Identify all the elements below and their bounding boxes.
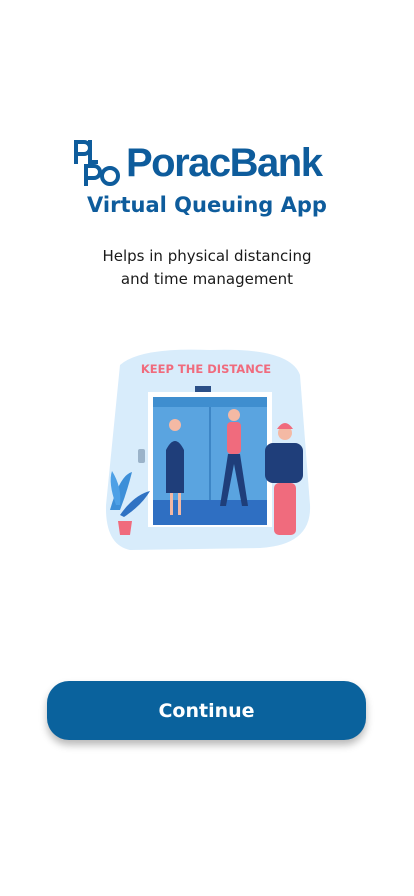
brand-name: PoracBank <box>126 141 323 185</box>
app-subtitle: Virtual Queuing App <box>87 193 327 217</box>
tagline: Helps in physical distancing and time ma… <box>0 245 414 291</box>
continue-button[interactable]: Continue <box>47 681 366 740</box>
banner-text: KEEP THE DISTANCE <box>141 362 271 376</box>
elevator-distancing-illustration: KEEP THE DISTANCE <box>105 349 311 550</box>
brand-logo: PoracBank <box>72 138 323 188</box>
porac-bank-logo-icon <box>74 140 120 186</box>
tagline-line-1: Helps in physical distancing <box>102 247 312 265</box>
tagline-line-2: and time management <box>120 270 294 288</box>
